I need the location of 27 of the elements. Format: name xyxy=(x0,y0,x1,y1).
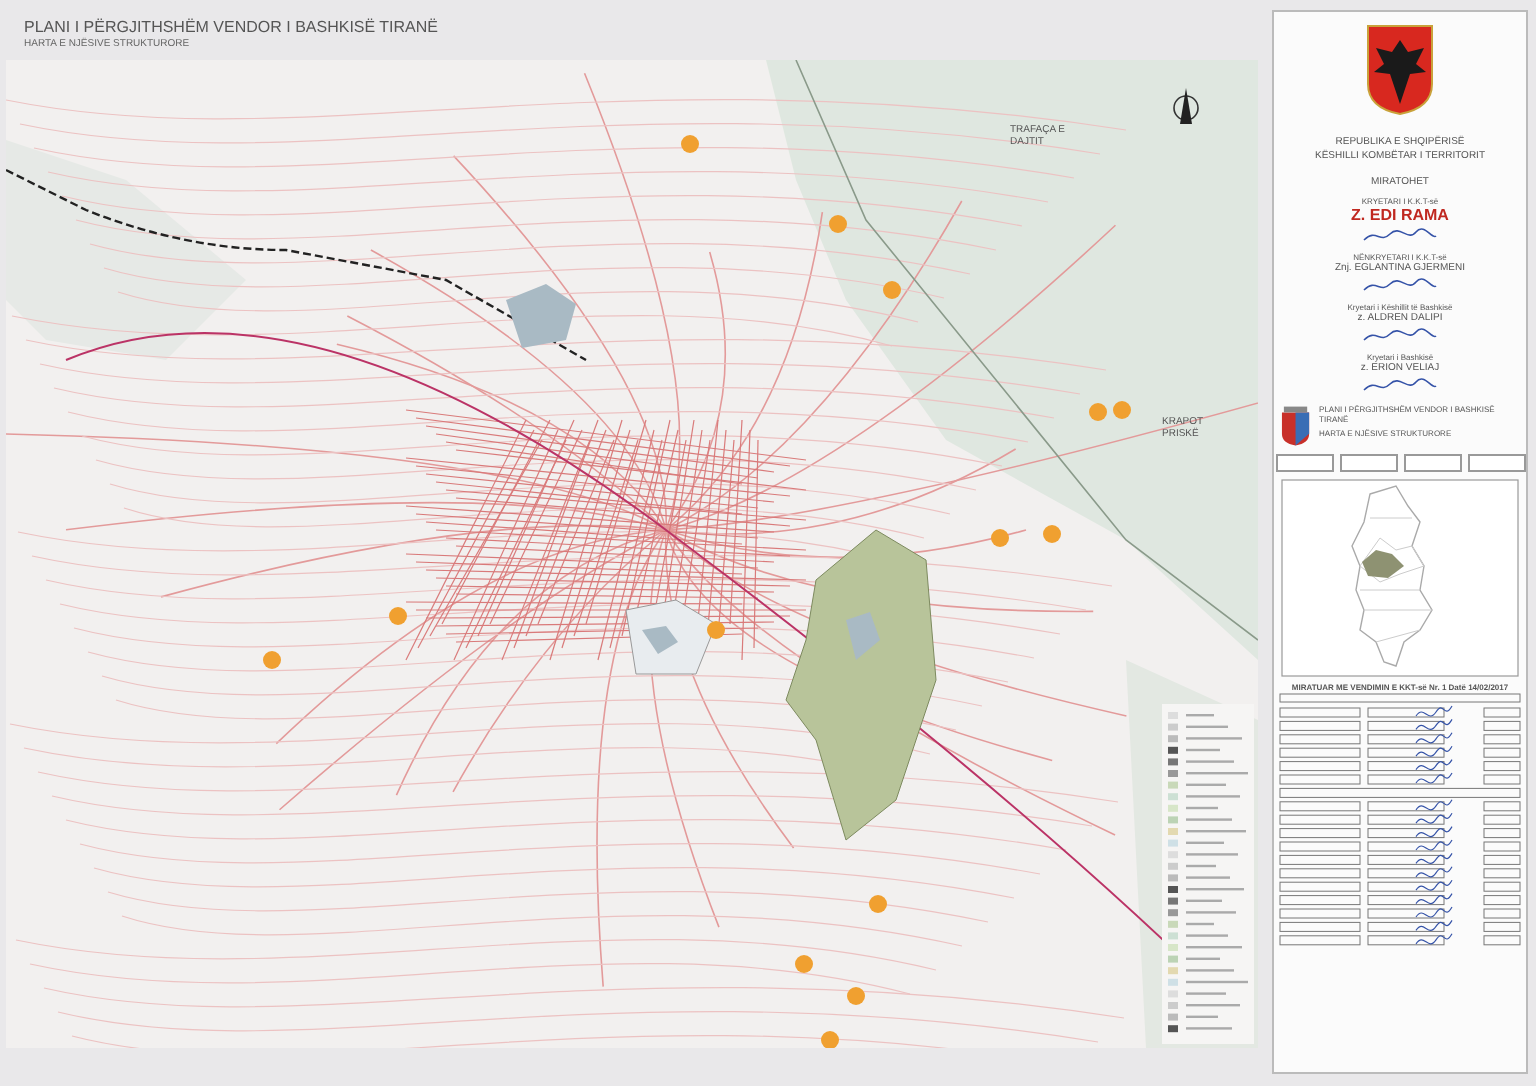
poi-marker xyxy=(869,895,887,913)
signature-drawing xyxy=(1359,226,1440,246)
poi-marker xyxy=(795,955,813,973)
city-crest-icon xyxy=(1280,404,1312,448)
poi-marker xyxy=(829,215,847,233)
poi-marker xyxy=(847,987,865,1005)
poi-marker xyxy=(389,607,407,625)
map-title: PLANI I PËRGJITHSHËM VENDOR I BASHKISË TIRANË xyxy=(24,18,441,37)
poi-marker xyxy=(1089,403,1107,421)
poi-marker xyxy=(707,621,725,639)
eagle-emblem-icon xyxy=(1366,24,1434,116)
poi-marker xyxy=(1113,401,1131,419)
poi-marker xyxy=(263,651,281,669)
poi-marker xyxy=(991,529,1009,547)
info-box xyxy=(1403,454,1461,472)
info-box xyxy=(1339,454,1397,472)
poi-marker xyxy=(883,281,901,299)
lake xyxy=(642,626,678,654)
north-arrow-icon xyxy=(1173,88,1199,124)
lake xyxy=(846,612,880,660)
signatory-name: Z. EDI RAMA xyxy=(1351,206,1449,226)
poi-marker xyxy=(1043,525,1061,543)
signature-drawing xyxy=(1359,276,1440,296)
poi-marker xyxy=(821,1031,839,1048)
signature-drawing xyxy=(1360,376,1440,396)
poi-marker xyxy=(681,135,699,153)
signature-drawing xyxy=(1360,326,1440,346)
